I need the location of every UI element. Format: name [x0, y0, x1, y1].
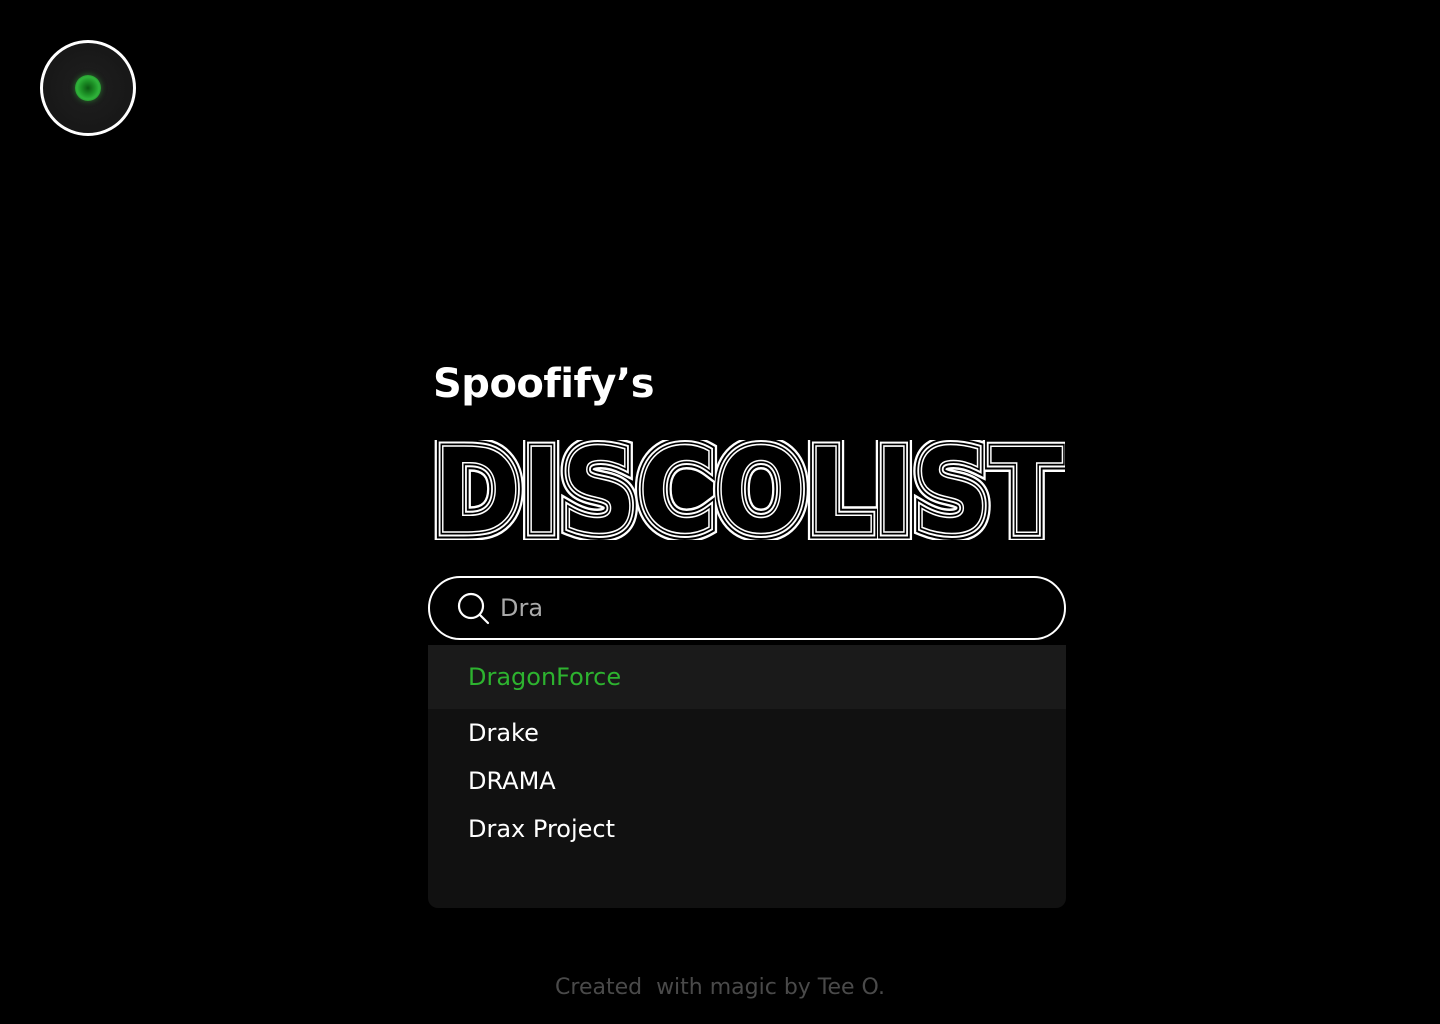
suggestion-item-drama[interactable]: DRAMA — [428, 757, 1066, 805]
suggestion-item-dragonforce[interactable]: DragonForce — [428, 645, 1066, 709]
spoofify-logo-button[interactable] — [40, 40, 136, 136]
artist-search-input[interactable] — [500, 588, 1040, 628]
record-center-icon — [75, 75, 101, 101]
search-bar[interactable] — [428, 576, 1066, 640]
search-icon — [456, 591, 490, 625]
page-title: DISCOLIST DISCOLIST DISCOLIST DISCOLIST … — [433, 440, 1065, 540]
suggestion-item-drake[interactable]: Drake — [428, 709, 1066, 757]
suggestion-item-drax-project[interactable]: Drax Project — [428, 805, 1066, 853]
svg-text:DISCOLIST: DISCOLIST — [433, 440, 1063, 540]
brand-subtitle: Spoofify’s — [433, 361, 655, 407]
footer-credit: Created with magic by Tee O. — [555, 975, 885, 1000]
search-suggestions-dropdown: DragonForce Drake DRAMA Drax Project — [428, 645, 1066, 908]
